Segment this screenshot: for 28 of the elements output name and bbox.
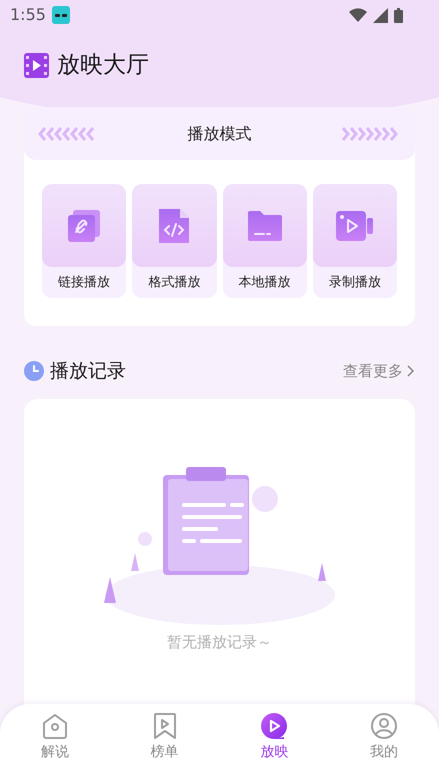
chevron-right-icon [407,365,415,377]
section-title: 播放记录 [50,358,126,384]
video-camera-icon [334,210,375,242]
status-time: 1:55 [10,4,46,26]
section-title: 播放模式 [188,122,252,144]
view-more-link[interactable]: 查看更多 [343,360,415,382]
signal-icon [373,8,388,22]
battery-icon [394,8,403,22]
tab-item[interactable]: 解说 [0,712,110,780]
play-mode-tile[interactable]: 格式播放 [132,184,216,298]
page-title: 放映大厅 [57,50,149,80]
folder-icon [246,210,283,242]
play-mode-tile[interactable]: 录制播放 [312,184,397,298]
link-icon [66,208,102,244]
user-icon [370,712,398,740]
film-icon [24,52,49,78]
app-notification-icon [52,6,70,24]
play-mode-tile[interactable]: 链接播放 [42,184,126,298]
clock-icon [24,361,44,381]
play-mode-tile[interactable]: 本地播放 [222,184,307,298]
empty-state-text: 暂无播放记录～ [167,632,272,653]
tab-item[interactable]: 放映 [220,712,330,780]
tab-item[interactable]: 榜单 [110,712,220,780]
play-icon [260,712,288,740]
home-icon [40,712,69,740]
wifi-icon [349,8,367,22]
tab-item[interactable]: 我的 [329,712,439,780]
code-file-icon [157,206,192,244]
